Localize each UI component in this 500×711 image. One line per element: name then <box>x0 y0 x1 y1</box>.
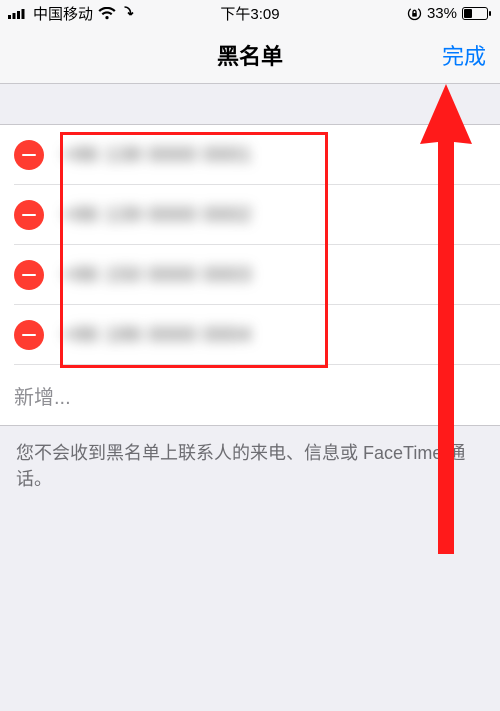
contact-entry: +86 139 0000 0002 <box>62 204 486 227</box>
nav-bar: 黑名单 完成 <box>0 26 500 84</box>
delete-button[interactable] <box>14 200 44 230</box>
contact-entry: +86 150 0000 0003 <box>62 264 486 287</box>
battery-icon <box>462 7 492 20</box>
minus-icon <box>22 274 36 277</box>
battery-pct: 33% <box>427 5 457 22</box>
status-time: 下午3:09 <box>220 3 279 24</box>
add-new-row[interactable]: 新增... <box>0 365 500 425</box>
call-forward-icon <box>121 6 135 20</box>
delete-button[interactable] <box>14 320 44 350</box>
minus-icon <box>22 334 36 337</box>
delete-button[interactable] <box>14 140 44 170</box>
page-title: 黑名单 <box>217 39 283 71</box>
carrier-label: 中国移动 <box>33 3 93 24</box>
blocklist: +86 138 0000 0001 +86 139 0000 0002 +86 … <box>0 124 500 426</box>
minus-icon <box>22 154 36 157</box>
add-new-label: 新增... <box>14 381 486 410</box>
status-right: 33% <box>407 5 492 22</box>
list-item[interactable]: +86 150 0000 0003 <box>0 245 500 305</box>
footer-note: 您不会收到黑名单上联系人的来电、信息或 FaceTime 通话。 <box>0 426 500 506</box>
wifi-icon <box>98 7 116 20</box>
list-item[interactable]: +86 186 0000 0004 <box>0 305 500 365</box>
status-left: 中国移动 <box>8 3 135 24</box>
minus-icon <box>22 214 36 217</box>
delete-button[interactable] <box>14 260 44 290</box>
contact-entry: +86 138 0000 0001 <box>62 144 486 167</box>
contact-entry: +86 186 0000 0004 <box>62 324 486 347</box>
orientation-lock-icon <box>407 6 422 21</box>
list-item[interactable]: +86 139 0000 0002 <box>0 185 500 245</box>
list-item[interactable]: +86 138 0000 0001 <box>0 125 500 185</box>
signal-icon <box>8 7 28 19</box>
done-button[interactable]: 完成 <box>442 39 486 71</box>
status-bar: 中国移动 下午3:09 33% <box>0 0 500 26</box>
